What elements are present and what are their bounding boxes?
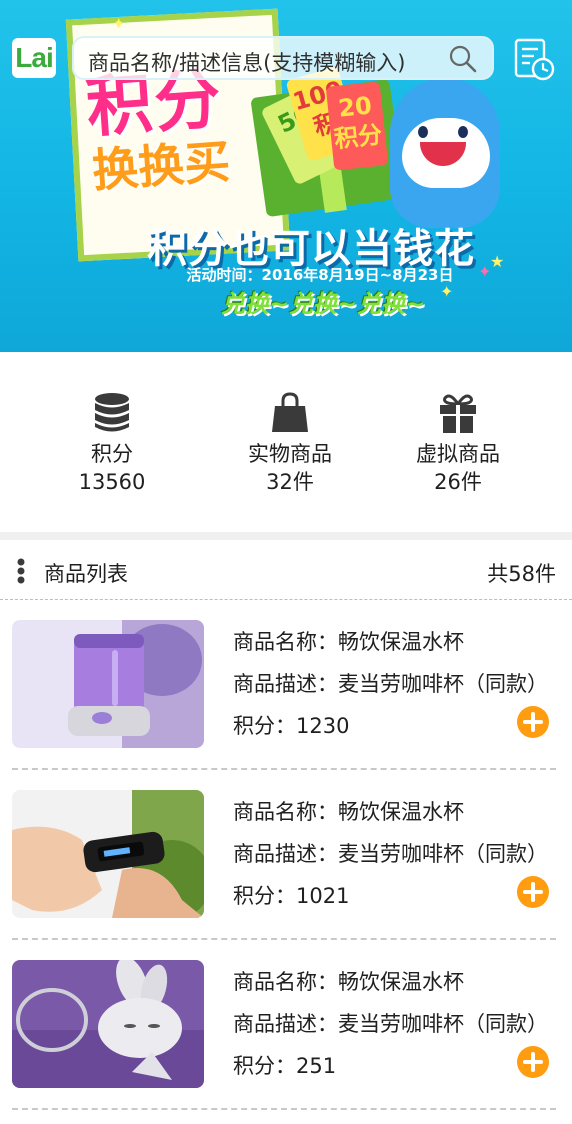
- add-to-cart-button[interactable]: [517, 706, 549, 738]
- add-to-cart-button[interactable]: [517, 876, 549, 908]
- search-placeholder: 商品名称/描述信息(支持模糊输入): [88, 51, 406, 75]
- database-icon: [95, 393, 129, 432]
- gift-icon: [440, 394, 476, 433]
- stat-virtual-goods[interactable]: 虚拟商品 26件: [378, 392, 538, 496]
- product-item[interactable]: 商品名称：畅饮保温水杯 商品描述：麦当劳咖啡杯（同款） 积分：1230: [0, 600, 572, 770]
- divider: [12, 1108, 556, 1110]
- stat-value: 32件: [266, 470, 314, 494]
- coupon-graphic: 20积分: [325, 81, 389, 171]
- stat-value: 13560: [78, 470, 146, 494]
- divider: [12, 768, 556, 770]
- product-points: 积分：251: [233, 1054, 337, 1078]
- stats-row: 积分 13560 实物商品 32件 虚拟商品 26件: [0, 352, 572, 532]
- product-name: 商品名称：畅饮保温水杯: [233, 970, 464, 994]
- product-name: 商品名称：畅饮保温水杯: [233, 800, 464, 824]
- order-history-icon[interactable]: [512, 38, 556, 82]
- smart-band-image: [12, 790, 204, 918]
- stat-physical-goods[interactable]: 实物商品 32件: [210, 392, 370, 496]
- search-input[interactable]: 商品名称/描述信息(支持模糊输入): [72, 36, 494, 80]
- dolphin-eye: [458, 126, 468, 138]
- banner-date: 活动时间：2016年8月19日~8月23日: [186, 266, 454, 284]
- product-points: 积分：1021: [233, 884, 350, 908]
- product-count: 共58件: [487, 562, 556, 586]
- banner-exchange-text: 兑换~兑换~兑换~: [220, 290, 426, 318]
- plus-icon: [523, 1052, 543, 1072]
- product-description: 商品描述：麦当劳咖啡杯（同款）: [233, 842, 548, 866]
- stat-label: 虚拟商品: [416, 442, 500, 466]
- rabbit-keychain-image: [12, 960, 204, 1088]
- stat-label: 实物商品: [248, 442, 332, 466]
- add-to-cart-button[interactable]: [517, 1046, 549, 1078]
- product-description: 商品描述：麦当劳咖啡杯（同款）: [233, 672, 548, 696]
- stat-value: 26件: [434, 470, 482, 494]
- product-item[interactable]: 商品名称：畅饮保温水杯 商品描述：麦当劳咖啡杯（同款） 积分：1021: [0, 770, 572, 940]
- stat-points[interactable]: 积分 13560: [32, 392, 192, 496]
- more-vertical-icon: [17, 558, 25, 584]
- search-icon[interactable]: [448, 44, 478, 74]
- product-list-header: 商品列表 共58件: [0, 540, 572, 600]
- app-logo[interactable]: Lai: [12, 38, 56, 78]
- product-name: 商品名称：畅饮保温水杯: [233, 630, 464, 654]
- product-list-title: 商品列表: [44, 562, 128, 586]
- product-item[interactable]: 商品名称：畅饮保温水杯 商品描述：麦当劳咖啡杯（同款） 积分：251: [0, 940, 572, 1110]
- plus-icon: [523, 712, 543, 732]
- plus-icon: [523, 882, 543, 902]
- shopping-bag-icon: [272, 392, 308, 432]
- dolphin-eye: [418, 126, 428, 138]
- stat-label: 积分: [91, 442, 133, 466]
- banner-subtitle: 换换买: [90, 134, 232, 198]
- humidifier-image: [12, 620, 204, 748]
- star-icon: ✦: [112, 14, 126, 33]
- product-description: 商品描述：麦当劳咖啡杯（同款）: [233, 1012, 548, 1036]
- divider: [12, 938, 556, 940]
- product-points: 积分：1230: [233, 714, 350, 738]
- section-divider: [0, 532, 572, 540]
